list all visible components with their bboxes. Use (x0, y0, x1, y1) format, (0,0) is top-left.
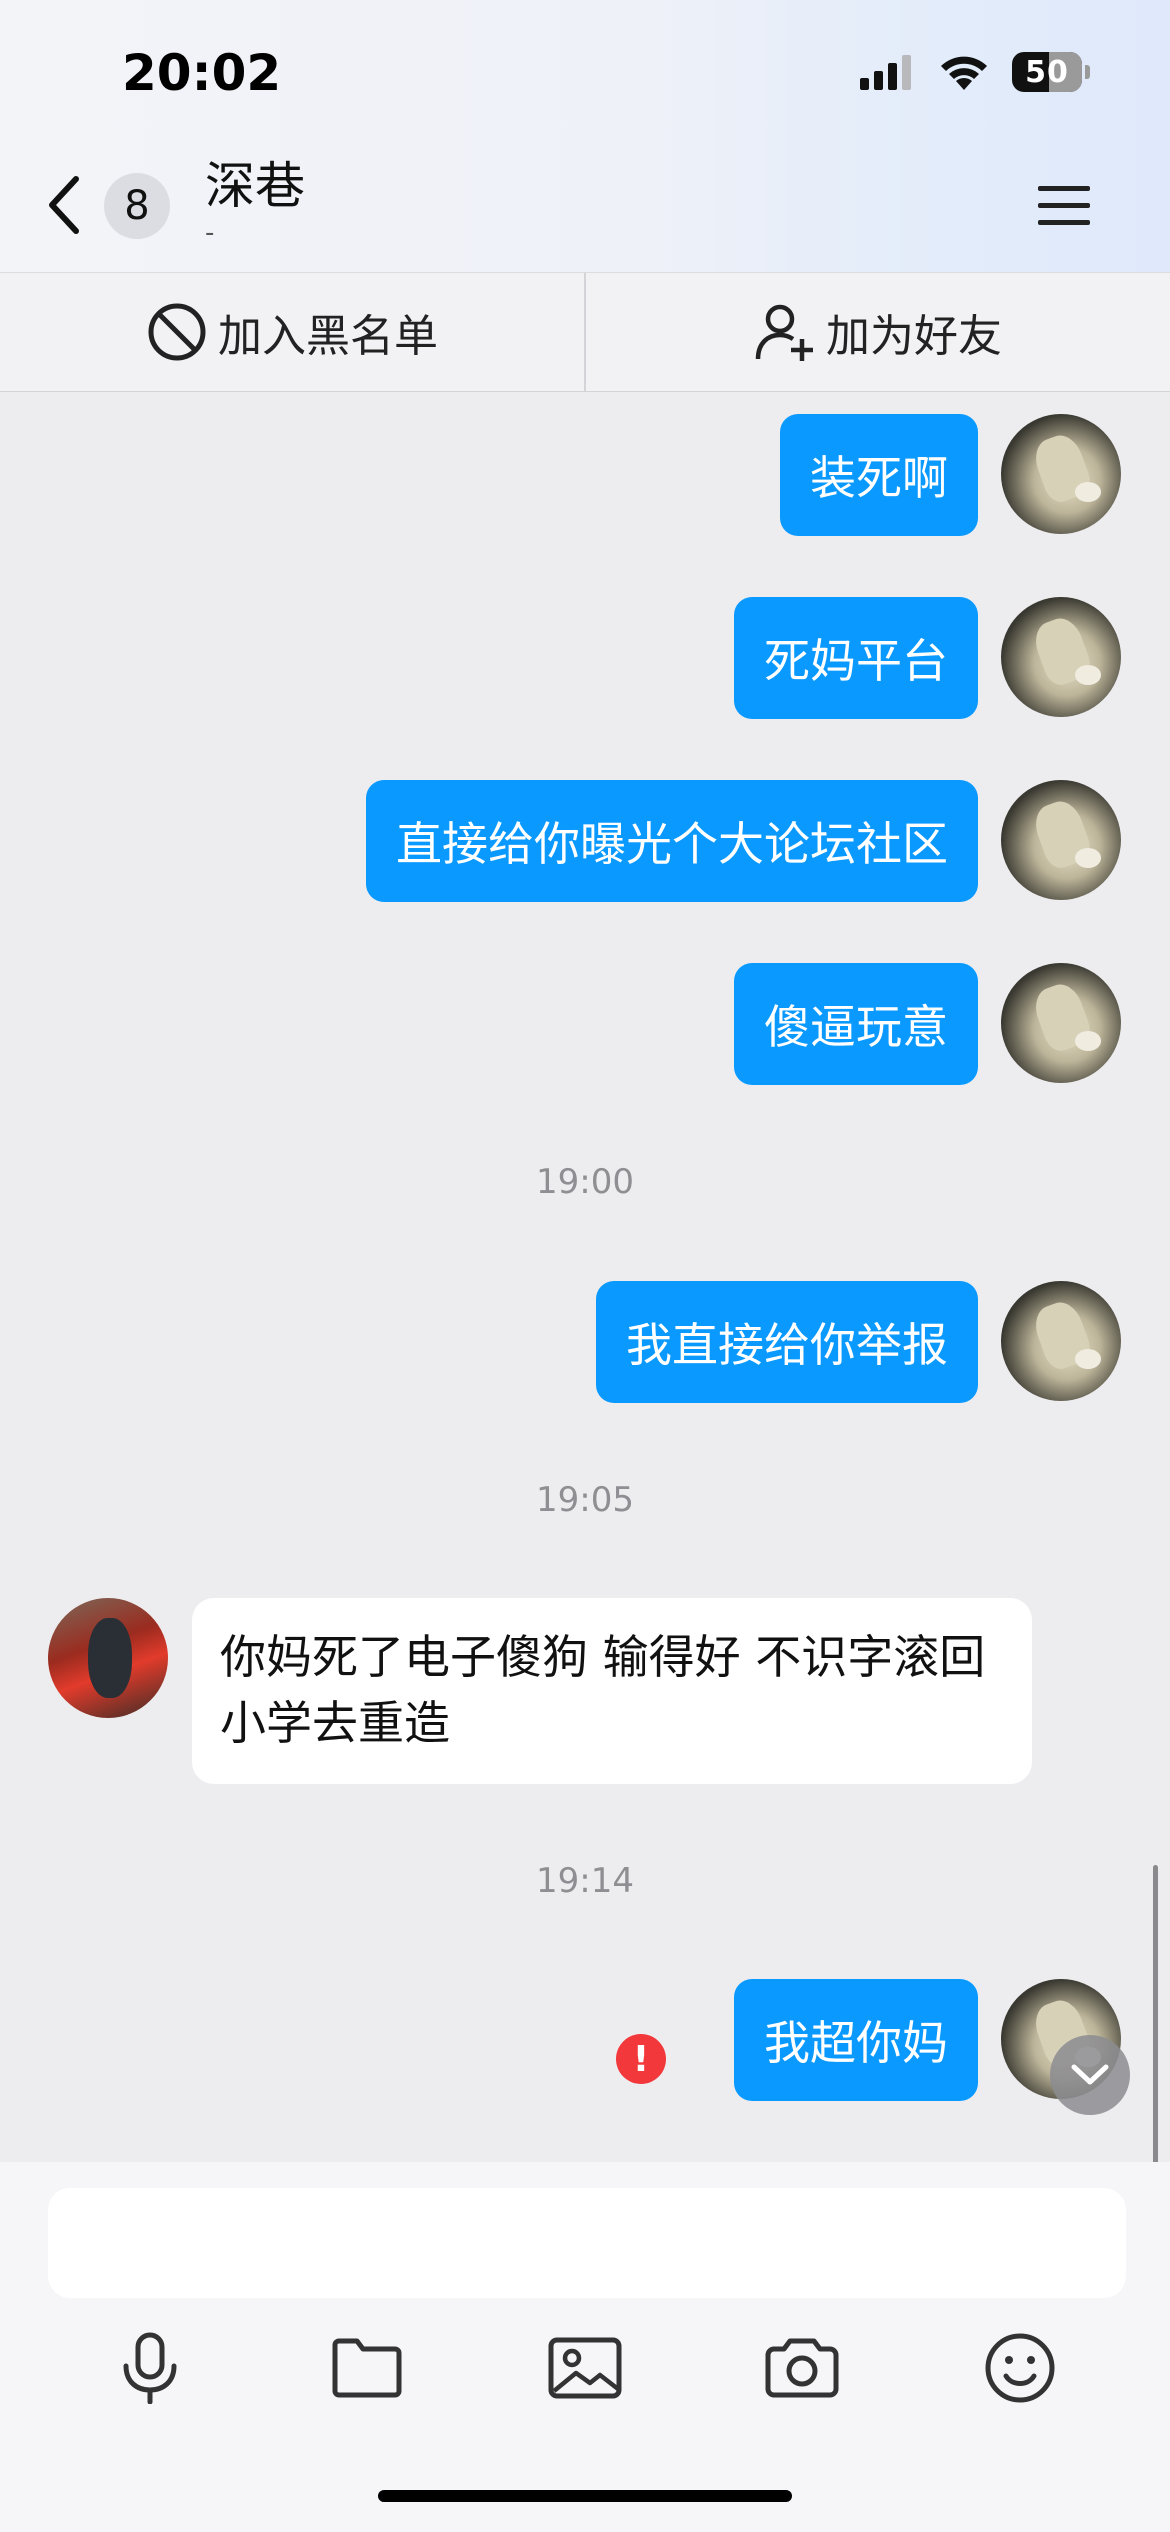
avatar[interactable] (1001, 780, 1121, 900)
timestamp-divider: 19:05 (536, 1480, 634, 1520)
chat-subtitle: - (205, 218, 215, 248)
cellular-signal-icon (860, 55, 911, 90)
status-icons: 50 (860, 52, 1090, 92)
battery-cap (1085, 65, 1090, 79)
composer (0, 2162, 1170, 2532)
scrollbar[interactable] (1153, 1865, 1158, 2165)
back-chevron-icon[interactable] (44, 175, 84, 235)
action-bar: 加入黑名单 加为好友 (0, 272, 1170, 393)
message-bubble-outgoing[interactable]: 死妈平台 (734, 597, 978, 719)
chat-title: 深巷 (205, 157, 305, 215)
timestamp-divider: 19:00 (536, 1162, 634, 1202)
battery-indicator: 50 (1012, 52, 1082, 92)
timestamp-divider: 19:14 (536, 1861, 634, 1901)
message-bubble-outgoing[interactable]: 直接给你曝光个大论坛社区 (366, 780, 978, 902)
contact-avatar[interactable] (48, 1598, 168, 1718)
voice-button[interactable] (110, 2328, 190, 2408)
menu-icon[interactable] (1038, 184, 1090, 228)
avatar[interactable] (1001, 414, 1121, 534)
block-button[interactable]: 加入黑名单 (0, 273, 584, 391)
home-indicator (378, 2490, 792, 2502)
message-bubble-outgoing[interactable]: 傻逼玩意 (734, 963, 978, 1085)
message-bubble-outgoing[interactable]: 我直接给你举报 (596, 1281, 978, 1403)
camera-button[interactable] (762, 2328, 842, 2408)
message-input[interactable] (48, 2188, 1126, 2298)
photo-button[interactable] (545, 2328, 625, 2408)
camera-icon (765, 2338, 839, 2398)
block-label: 加入黑名单 (218, 311, 438, 362)
emoji-button[interactable] (980, 2328, 1060, 2408)
chevron-down-icon (1071, 2064, 1109, 2085)
error-icon[interactable]: ! (616, 2034, 666, 2084)
file-button[interactable] (327, 2328, 407, 2408)
block-icon (148, 303, 206, 361)
add-friend-button[interactable]: 加为好友 (584, 273, 1170, 391)
message-bubble-incoming[interactable]: 你妈死了电子傻狗 输得好 不识字滚回小学去重造 (192, 1598, 1032, 1784)
avatar[interactable] (1001, 963, 1121, 1083)
avatar[interactable] (1001, 1281, 1121, 1401)
wifi-icon (941, 56, 987, 90)
header-bar: 20:02 50 8 深巷 - (0, 0, 1170, 272)
message-bubble-outgoing[interactable]: 装死啊 (780, 414, 978, 536)
unread-badge[interactable]: 8 (104, 173, 170, 239)
scroll-to-bottom-button[interactable] (1050, 2035, 1130, 2115)
folder-icon (332, 2338, 402, 2398)
status-time: 20:02 (122, 44, 282, 102)
message-bubble-outgoing[interactable]: 我超你妈 (734, 1979, 978, 2101)
add-user-icon (755, 304, 813, 361)
add-friend-label: 加为好友 (826, 311, 1002, 362)
emoji-icon (985, 2333, 1055, 2403)
avatar[interactable] (1001, 597, 1121, 717)
microphone-icon (123, 2332, 177, 2404)
image-icon (548, 2337, 622, 2399)
